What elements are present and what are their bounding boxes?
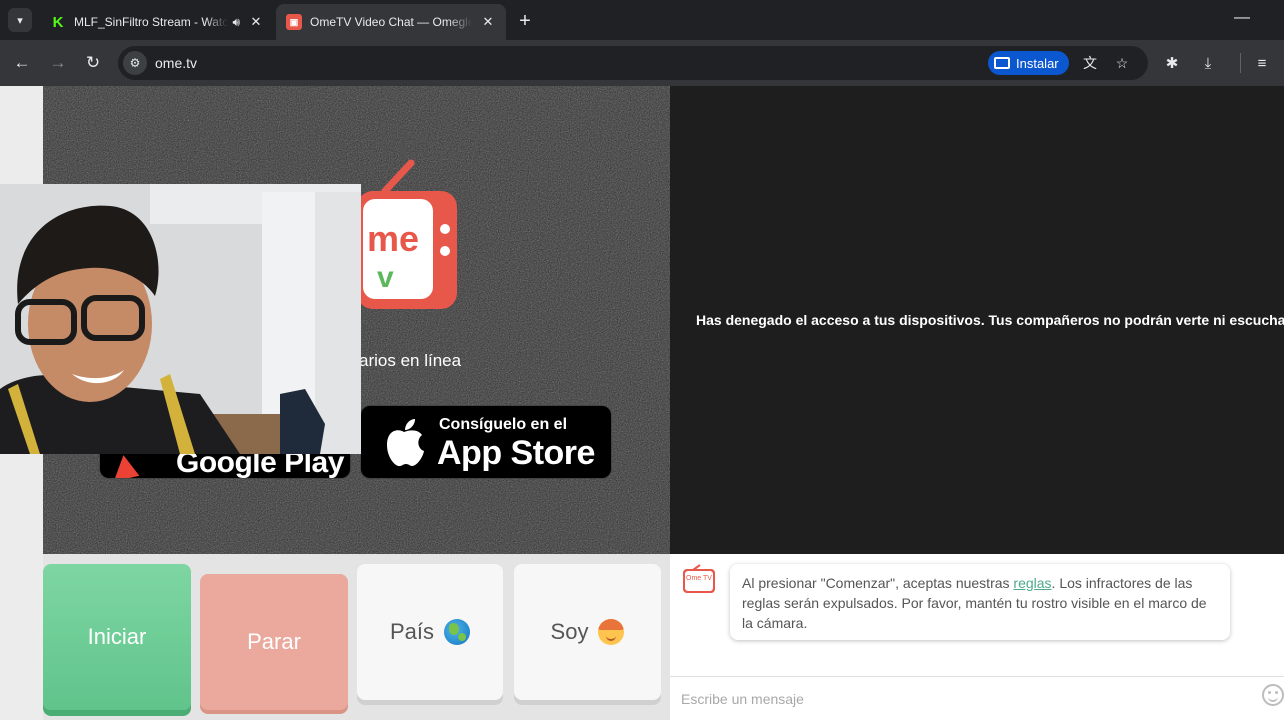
rules-link[interactable]: reglas: [1013, 575, 1051, 591]
tab-kick-stream[interactable]: K MLF_SinFiltro Stream - Watch 🔊︎ ✕: [40, 4, 274, 40]
back-icon[interactable]: ←: [10, 51, 34, 75]
translate-icon[interactable]: 文: [1079, 52, 1101, 74]
ometv-icon: ▣: [286, 14, 302, 30]
tab-strip: ▾ K MLF_SinFiltro Stream - Watch 🔊︎ ✕ ▣ …: [0, 0, 1284, 40]
minimize-icon[interactable]: —: [1232, 8, 1252, 28]
app-store-big-label: App Store: [437, 434, 595, 472]
start-label: Iniciar: [87, 624, 147, 649]
install-app-button[interactable]: Instalar: [988, 51, 1069, 75]
stop-label: Parar: [247, 629, 301, 654]
gender-label: Soy: [550, 619, 589, 644]
close-icon[interactable]: ✕: [480, 14, 496, 30]
avatar-text: Ome TV: [686, 575, 712, 582]
tab-ometv[interactable]: ▣ OmeTV Video Chat — Omegle Alternative …: [276, 4, 506, 40]
install-label: Instalar: [1016, 55, 1059, 71]
tab-title: MLF_SinFiltro Stream - Watch: [74, 15, 229, 29]
media-control-icon[interactable]: ≡: [1250, 51, 1274, 75]
forward-icon[interactable]: →: [46, 51, 70, 75]
partner-stream-panel: Has denegado el acceso a tus dispositivo…: [670, 86, 1284, 554]
app-store-small-label: Consíguelo en el: [439, 416, 568, 433]
stop-button[interactable]: Parar: [200, 574, 348, 710]
logo-text-bottom: v: [377, 261, 394, 294]
browser-toolbar: ← → ↻ ⚙︎ ome.tv Instalar 文 ☆ ✱ ⤓ ≡: [0, 40, 1284, 86]
page-content: me v arios en línea Google Play Consígue…: [0, 86, 1284, 720]
globe-icon: [444, 619, 471, 645]
country-button[interactable]: País: [357, 564, 503, 700]
tab-title: OmeTV Video Chat — Omegle Alternative: [310, 15, 472, 29]
emoji-picker-icon[interactable]: [1262, 684, 1284, 706]
boy-face-icon: [598, 619, 625, 645]
install-icon: [994, 57, 1010, 69]
country-label: País: [389, 619, 435, 644]
self-camera-preview: [0, 184, 361, 454]
close-icon[interactable]: ✕: [248, 14, 264, 30]
online-users-text: arios en línea: [359, 351, 462, 370]
bookmark-star-icon[interactable]: ☆: [1111, 52, 1133, 74]
google-play-icon: [113, 455, 145, 478]
toolbar-divider: [1240, 53, 1241, 73]
chat-panel: Ome TV Al presionar "Comenzar", aceptas …: [670, 554, 1284, 720]
ometv-avatar-icon: Ome TV: [683, 564, 715, 593]
apple-icon: [387, 419, 424, 467]
speaker-icon[interactable]: 🔊︎: [232, 15, 240, 30]
start-button[interactable]: Iniciar: [43, 564, 191, 710]
download-icon[interactable]: ⤓: [1196, 51, 1220, 75]
device-access-denied-message: Has denegado el acceso a tus dispositivo…: [696, 312, 1284, 328]
message-input[interactable]: [670, 676, 1284, 720]
address-bar[interactable]: ⚙︎ ome.tv Instalar 文 ☆: [118, 46, 1148, 80]
extensions-icon[interactable]: ✱: [1160, 51, 1184, 75]
logo-text-top: me: [367, 218, 419, 259]
tab-search-icon[interactable]: ▾: [8, 8, 32, 32]
gender-button[interactable]: Soy: [514, 564, 661, 700]
new-tab-icon[interactable]: +: [514, 10, 536, 32]
ometv-logo: me v: [357, 159, 457, 309]
app-store-button[interactable]: Consíguelo en el App Store: [360, 405, 612, 479]
url-text[interactable]: ome.tv: [155, 55, 197, 71]
notice-text-pre: Al presionar "Comenzar", aceptas nuestra…: [742, 575, 1014, 591]
reload-icon[interactable]: ↻: [81, 51, 105, 75]
camera-image: [0, 184, 361, 454]
kick-icon: K: [52, 13, 64, 31]
chat-notice-bubble: Al presionar "Comenzar", aceptas nuestra…: [730, 564, 1230, 640]
site-info-icon[interactable]: ⚙︎: [123, 51, 147, 75]
